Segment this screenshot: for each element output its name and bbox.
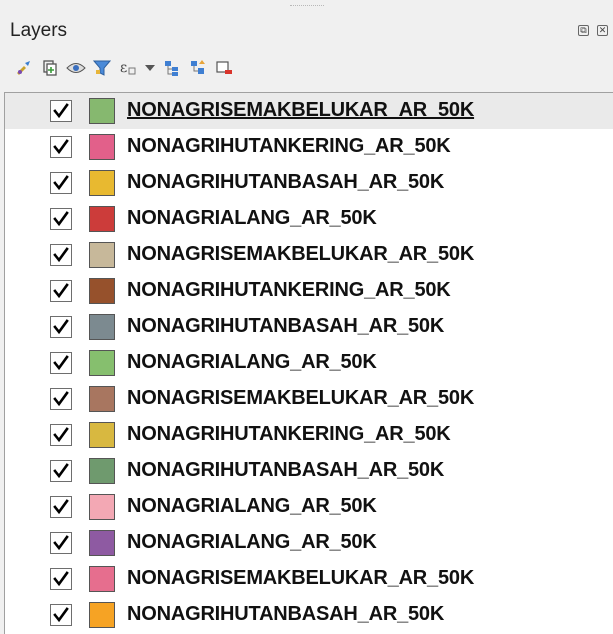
layer-symbol-swatch[interactable] [89,458,115,484]
layer-symbol-swatch[interactable] [89,530,115,556]
checkmark-icon [53,103,69,119]
checkmark-icon [53,427,69,443]
layer-visibility-checkbox[interactable] [50,316,72,338]
checkmark-icon [53,319,69,335]
layer-name[interactable]: NONAGRIHUTANKERING_AR_50K [127,423,451,446]
filter-expression-icon[interactable]: ε [118,59,138,77]
layer-symbol-swatch[interactable] [89,350,115,376]
layer-symbol-swatch[interactable] [89,98,115,124]
checkmark-icon [53,283,69,299]
layer-name[interactable]: NONAGRISEMAKBELUKAR_AR_50K [127,243,474,266]
layer-name[interactable]: NONAGRIALANG_AR_50K [127,495,377,518]
layer-name[interactable]: NONAGRIALANG_AR_50K [127,351,377,374]
layer-name[interactable]: NONAGRIALANG_AR_50K [127,531,377,554]
layer-symbol-swatch[interactable] [89,170,115,196]
collapse-all-icon[interactable] [188,59,208,77]
layer-name[interactable]: NONAGRIHUTANBASAH_AR_50K [127,603,444,626]
layer-visibility-checkbox[interactable] [50,568,72,590]
layer-visibility-checkbox[interactable] [50,208,72,230]
layer-row[interactable]: NONAGRIHUTANKERING_AR_50K [5,129,613,165]
layer-visibility-checkbox[interactable] [50,280,72,302]
add-group-icon[interactable] [40,59,60,77]
layer-row[interactable]: NONAGRIALANG_AR_50K [5,345,613,381]
layer-visibility-checkbox[interactable] [50,496,72,518]
layer-symbol-swatch[interactable] [89,602,115,628]
layer-name[interactable]: NONAGRIHUTANKERING_AR_50K [127,135,451,158]
checkmark-icon [53,391,69,407]
layers-toolbar: ε [14,58,240,78]
layer-visibility-checkbox[interactable] [50,388,72,410]
layer-symbol-swatch[interactable] [89,278,115,304]
panel-title: Layers [10,20,68,41]
checkmark-icon [53,355,69,371]
close-panel-button[interactable]: ✕ [597,25,608,36]
layer-row[interactable]: NONAGRIHUTANBASAH_AR_50K [5,453,613,489]
layer-symbol-swatch[interactable] [89,494,115,520]
layer-name[interactable]: NONAGRIHUTANKERING_AR_50K [127,279,451,302]
manage-visibility-icon[interactable] [66,59,86,77]
layer-row[interactable]: NONAGRIHUTANKERING_AR_50K [5,273,613,309]
remove-layer-icon[interactable] [214,59,234,77]
layer-visibility-checkbox[interactable] [50,100,72,122]
layer-name[interactable]: NONAGRISEMAKBELUKAR_AR_50K [127,99,474,122]
layer-visibility-checkbox[interactable] [50,136,72,158]
checkmark-icon [53,535,69,551]
svg-text:ε: ε [120,60,127,76]
dropdown-arrow-icon[interactable] [144,59,156,77]
layer-name[interactable]: NONAGRIHUTANBASAH_AR_50K [127,459,444,482]
layer-symbol-swatch[interactable] [89,386,115,412]
layer-visibility-checkbox[interactable] [50,460,72,482]
layer-symbol-swatch[interactable] [89,206,115,232]
float-panel-button[interactable]: ⧉ [578,25,589,36]
layer-row[interactable]: NONAGRISEMAKBELUKAR_AR_50K [5,237,613,273]
layer-symbol-swatch[interactable] [89,242,115,268]
expand-all-icon[interactable] [162,59,182,77]
checkmark-icon [53,463,69,479]
layer-visibility-checkbox[interactable] [50,352,72,374]
layer-row[interactable]: NONAGRISEMAKBELUKAR_AR_50K [5,93,613,129]
layer-visibility-checkbox[interactable] [50,424,72,446]
checkmark-icon [53,499,69,515]
layer-row[interactable]: NONAGRISEMAKBELUKAR_AR_50K [5,561,613,597]
layer-row[interactable]: NONAGRIHUTANKERING_AR_50K [5,417,613,453]
layer-visibility-checkbox[interactable] [50,532,72,554]
layer-row[interactable]: NONAGRIALANG_AR_50K [5,489,613,525]
layer-row[interactable]: NONAGRISEMAKBELUKAR_AR_50K [5,381,613,417]
dock-drag-handle[interactable] [290,5,324,10]
layer-symbol-swatch[interactable] [89,566,115,592]
layer-row[interactable]: NONAGRIHUTANBASAH_AR_50K [5,165,613,201]
layer-symbol-swatch[interactable] [89,422,115,448]
checkmark-icon [53,247,69,263]
checkmark-icon [53,211,69,227]
filter-legend-icon[interactable] [92,59,112,77]
layer-tree[interactable]: NONAGRISEMAKBELUKAR_AR_50K NONAGRIHUTANKE… [4,92,613,634]
checkmark-icon [53,175,69,191]
checkmark-icon [53,139,69,155]
style-manager-icon[interactable] [14,59,34,77]
layer-name[interactable]: NONAGRIHUTANBASAH_AR_50K [127,315,444,338]
layer-row[interactable]: NONAGRIALANG_AR_50K [5,525,613,561]
checkmark-icon [53,571,69,587]
layer-name[interactable]: NONAGRISEMAKBELUKAR_AR_50K [127,387,474,410]
layer-row[interactable]: NONAGRIHUTANBASAH_AR_50K [5,597,613,633]
layer-visibility-checkbox[interactable] [50,604,72,626]
layer-name[interactable]: NONAGRISEMAKBELUKAR_AR_50K [127,567,474,590]
layer-row[interactable]: NONAGRIHUTANBASAH_AR_50K [5,309,613,345]
layer-row[interactable]: NONAGRIALANG_AR_50K [5,201,613,237]
layer-symbol-swatch[interactable] [89,134,115,160]
layers-panel: Layers ⧉ ✕ ε NONAGRISEMAKBELUKAR_AR_50K … [0,0,613,634]
layer-visibility-checkbox[interactable] [50,244,72,266]
layer-symbol-swatch[interactable] [89,314,115,340]
layer-visibility-checkbox[interactable] [50,172,72,194]
layer-name[interactable]: NONAGRIALANG_AR_50K [127,207,377,230]
checkmark-icon [53,607,69,623]
layer-name[interactable]: NONAGRIHUTANBASAH_AR_50K [127,171,444,194]
